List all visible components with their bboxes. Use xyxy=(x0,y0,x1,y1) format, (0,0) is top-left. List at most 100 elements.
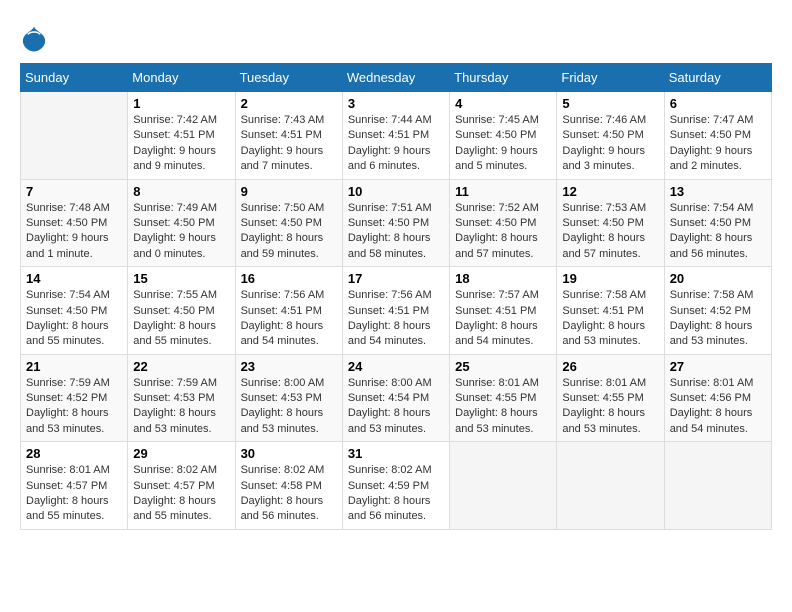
day-info: Sunrise: 8:01 AMSunset: 4:55 PMDaylight:… xyxy=(562,376,658,438)
day-number: 30 xyxy=(241,446,337,461)
day-number: 23 xyxy=(241,359,337,374)
calendar-cell: 15 Sunrise: 7:55 AMSunset: 4:50 PMDayligh… xyxy=(128,267,235,355)
calendar-cell: 3 Sunrise: 7:44 AMSunset: 4:51 PMDaylight… xyxy=(342,92,449,180)
day-info: Sunrise: 7:56 AMSunset: 4:51 PMDaylight:… xyxy=(348,288,444,350)
calendar-cell: 4 Sunrise: 7:45 AMSunset: 4:50 PMDaylight… xyxy=(450,92,557,180)
calendar-cell: 16 Sunrise: 7:56 AMSunset: 4:51 PMDayligh… xyxy=(235,267,342,355)
day-info: Sunrise: 8:00 AMSunset: 4:54 PMDaylight:… xyxy=(348,376,444,438)
day-info: Sunrise: 7:55 AMSunset: 4:50 PMDaylight:… xyxy=(133,288,229,350)
calendar-cell xyxy=(664,442,771,530)
day-number: 11 xyxy=(455,184,551,199)
weekday-header: Saturday xyxy=(664,64,771,92)
day-number: 14 xyxy=(26,271,122,286)
day-number: 15 xyxy=(133,271,229,286)
day-info: Sunrise: 7:44 AMSunset: 4:51 PMDaylight:… xyxy=(348,113,444,175)
day-info: Sunrise: 7:47 AMSunset: 4:50 PMDaylight:… xyxy=(670,113,766,175)
day-number: 24 xyxy=(348,359,444,374)
day-number: 29 xyxy=(133,446,229,461)
day-info: Sunrise: 8:01 AMSunset: 4:55 PMDaylight:… xyxy=(455,376,551,438)
weekday-header: Tuesday xyxy=(235,64,342,92)
day-info: Sunrise: 7:51 AMSunset: 4:50 PMDaylight:… xyxy=(348,201,444,263)
calendar-cell: 29 Sunrise: 8:02 AMSunset: 4:57 PMDayligh… xyxy=(128,442,235,530)
calendar-cell: 31Sunrise: 8:02 AMSunset: 4:59 PMDayligh… xyxy=(342,442,449,530)
day-number: 17 xyxy=(348,271,444,286)
weekday-header: Sunday xyxy=(21,64,128,92)
day-info: Sunrise: 7:54 AMSunset: 4:50 PMDaylight:… xyxy=(670,201,766,263)
day-info: Sunrise: 7:48 AMSunset: 4:50 PMDaylight:… xyxy=(26,201,122,263)
day-number: 6 xyxy=(670,96,766,111)
logo xyxy=(20,25,50,53)
weekday-header: Thursday xyxy=(450,64,557,92)
day-info: Sunrise: 7:53 AMSunset: 4:50 PMDaylight:… xyxy=(562,201,658,263)
day-info: Sunrise: 7:58 AMSunset: 4:52 PMDaylight:… xyxy=(670,288,766,350)
day-number: 2 xyxy=(241,96,337,111)
day-number: 12 xyxy=(562,184,658,199)
calendar-cell: 24 Sunrise: 8:00 AMSunset: 4:54 PMDayligh… xyxy=(342,354,449,442)
day-info: Sunrise: 7:52 AMSunset: 4:50 PMDaylight:… xyxy=(455,201,551,263)
calendar-cell: 27 Sunrise: 8:01 AMSunset: 4:56 PMDayligh… xyxy=(664,354,771,442)
day-info: Sunrise: 8:01 AMSunset: 4:56 PMDaylight:… xyxy=(670,376,766,438)
calendar-cell: 22 Sunrise: 7:59 AMSunset: 4:53 PMDayligh… xyxy=(128,354,235,442)
day-info: Sunrise: 7:43 AMSunset: 4:51 PMDaylight:… xyxy=(241,113,337,175)
calendar-cell: 6 Sunrise: 7:47 AMSunset: 4:50 PMDaylight… xyxy=(664,92,771,180)
calendar-cell: 14 Sunrise: 7:54 AMSunset: 4:50 PMDayligh… xyxy=(21,267,128,355)
calendar-cell xyxy=(21,92,128,180)
day-number: 13 xyxy=(670,184,766,199)
day-number: 21 xyxy=(26,359,122,374)
calendar-cell: 2 Sunrise: 7:43 AMSunset: 4:51 PMDaylight… xyxy=(235,92,342,180)
calendar-cell xyxy=(450,442,557,530)
weekday-header: Friday xyxy=(557,64,664,92)
day-info: Sunrise: 7:59 AMSunset: 4:52 PMDaylight:… xyxy=(26,376,122,438)
day-number: 25 xyxy=(455,359,551,374)
day-number: 31 xyxy=(348,446,444,461)
day-info: Sunrise: 7:58 AMSunset: 4:51 PMDaylight:… xyxy=(562,288,658,350)
calendar-cell: 7 Sunrise: 7:48 AMSunset: 4:50 PMDaylight… xyxy=(21,179,128,267)
day-number: 18 xyxy=(455,271,551,286)
page-header xyxy=(20,20,772,53)
calendar-cell: 18Sunrise: 7:57 AMSunset: 4:51 PMDayligh… xyxy=(450,267,557,355)
calendar: SundayMondayTuesdayWednesdayThursdayFrid… xyxy=(20,63,772,530)
day-number: 16 xyxy=(241,271,337,286)
calendar-cell: 5 Sunrise: 7:46 AMSunset: 4:50 PMDaylight… xyxy=(557,92,664,180)
day-number: 8 xyxy=(133,184,229,199)
day-info: Sunrise: 8:00 AMSunset: 4:53 PMDaylight:… xyxy=(241,376,337,438)
day-info: Sunrise: 7:46 AMSunset: 4:50 PMDaylight:… xyxy=(562,113,658,175)
calendar-cell xyxy=(557,442,664,530)
calendar-cell: 19 Sunrise: 7:58 AMSunset: 4:51 PMDayligh… xyxy=(557,267,664,355)
day-info: Sunrise: 7:59 AMSunset: 4:53 PMDaylight:… xyxy=(133,376,229,438)
day-number: 1 xyxy=(133,96,229,111)
day-info: Sunrise: 8:02 AMSunset: 4:58 PMDaylight:… xyxy=(241,463,337,525)
day-number: 27 xyxy=(670,359,766,374)
logo-icon xyxy=(20,25,48,53)
day-number: 9 xyxy=(241,184,337,199)
calendar-cell: 21 Sunrise: 7:59 AMSunset: 4:52 PMDayligh… xyxy=(21,354,128,442)
calendar-cell: 13 Sunrise: 7:54 AMSunset: 4:50 PMDayligh… xyxy=(664,179,771,267)
calendar-cell: 17 Sunrise: 7:56 AMSunset: 4:51 PMDayligh… xyxy=(342,267,449,355)
calendar-cell: 1Sunrise: 7:42 AMSunset: 4:51 PMDaylight… xyxy=(128,92,235,180)
day-number: 10 xyxy=(348,184,444,199)
day-number: 3 xyxy=(348,96,444,111)
day-info: Sunrise: 7:50 AMSunset: 4:50 PMDaylight:… xyxy=(241,201,337,263)
day-info: Sunrise: 8:02 AMSunset: 4:57 PMDaylight:… xyxy=(133,463,229,525)
calendar-cell: 30 Sunrise: 8:02 AMSunset: 4:58 PMDayligh… xyxy=(235,442,342,530)
day-info: Sunrise: 7:54 AMSunset: 4:50 PMDaylight:… xyxy=(26,288,122,350)
day-number: 28 xyxy=(26,446,122,461)
calendar-cell: 25 Sunrise: 8:01 AMSunset: 4:55 PMDayligh… xyxy=(450,354,557,442)
calendar-cell: 12 Sunrise: 7:53 AMSunset: 4:50 PMDayligh… xyxy=(557,179,664,267)
calendar-cell: 11 Sunrise: 7:52 AMSunset: 4:50 PMDayligh… xyxy=(450,179,557,267)
day-number: 22 xyxy=(133,359,229,374)
day-number: 20 xyxy=(670,271,766,286)
day-number: 26 xyxy=(562,359,658,374)
calendar-cell: 10 Sunrise: 7:51 AMSunset: 4:50 PMDayligh… xyxy=(342,179,449,267)
day-info: Sunrise: 7:56 AMSunset: 4:51 PMDaylight:… xyxy=(241,288,337,350)
calendar-cell: 9 Sunrise: 7:50 AMSunset: 4:50 PMDaylight… xyxy=(235,179,342,267)
day-number: 7 xyxy=(26,184,122,199)
calendar-cell: 23 Sunrise: 8:00 AMSunset: 4:53 PMDayligh… xyxy=(235,354,342,442)
day-number: 5 xyxy=(562,96,658,111)
day-number: 4 xyxy=(455,96,551,111)
weekday-header: Monday xyxy=(128,64,235,92)
day-number: 19 xyxy=(562,271,658,286)
day-info: Sunrise: 7:45 AMSunset: 4:50 PMDaylight:… xyxy=(455,113,551,175)
weekday-header: Wednesday xyxy=(342,64,449,92)
calendar-cell: 26 Sunrise: 8:01 AMSunset: 4:55 PMDayligh… xyxy=(557,354,664,442)
